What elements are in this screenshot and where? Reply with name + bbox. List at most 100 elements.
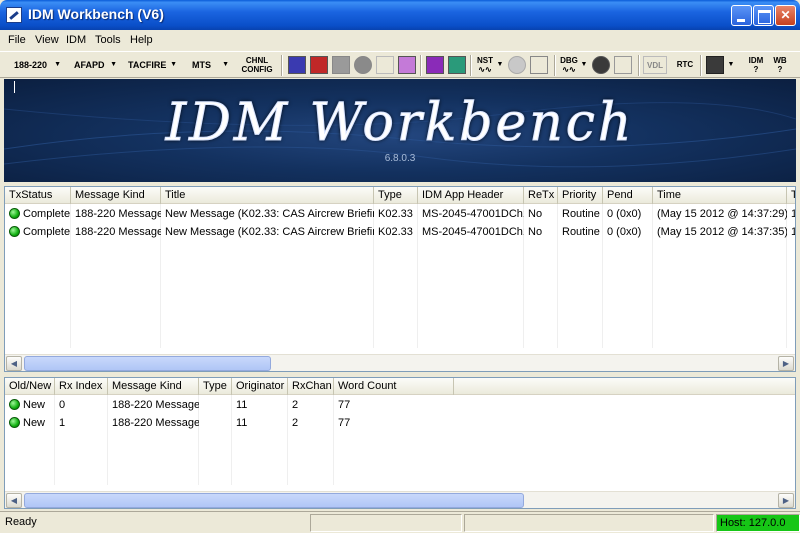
table-row[interactable]: Complete 188-220 Message New Message (K02.… (5, 223, 795, 241)
table-cell: 0 (55, 396, 108, 414)
table-cell-text: (May 15 2012 @ 14:37:29) (657, 208, 787, 220)
record-icon[interactable] (354, 56, 372, 74)
maximize-button[interactable] (753, 5, 774, 26)
tx-column-header[interactable]: Message Kind (71, 187, 161, 204)
table-cell-text: 2 (292, 399, 299, 411)
computer-icon[interactable] (706, 56, 724, 74)
cancel-message-icon[interactable] (310, 56, 328, 74)
menu-help[interactable]: Help (130, 34, 153, 46)
debug-bug-icon[interactable] (376, 56, 394, 74)
wb-help-question-icon: ? (777, 65, 783, 74)
vdl-button[interactable]: VDL (643, 56, 667, 74)
tx-grid-horizontal-scrollbar[interactable]: ◀ ▶ (5, 354, 795, 371)
table-row[interactable]: New 0 188-220 Message 11 2 77 (5, 396, 795, 414)
table-row[interactable]: Complete 188-220 Message New Message (K02.… (5, 205, 795, 223)
rx-column-header[interactable]: Type (199, 378, 232, 395)
stop-icon[interactable] (332, 56, 350, 74)
computer-dropdown-arrow-icon[interactable]: ▼ (727, 56, 735, 74)
tx-column-header[interactable]: ReTx (524, 187, 558, 204)
table-cell: 188-220 Message (108, 414, 199, 432)
toolbar-separator (700, 55, 702, 76)
table-row[interactable]: New 1 188-220 Message 11 2 77 (5, 414, 795, 432)
scroll-left-arrow-icon[interactable]: ◀ (6, 356, 22, 371)
close-button[interactable]: ✕ (775, 5, 796, 26)
transmit-message-grid[interactable]: TxStatus Message Kind Title Type IDM App Hea… (4, 186, 796, 372)
protocol-188-220-dropdown[interactable]: 188-220 ▼ (8, 55, 64, 76)
rx-column-header[interactable]: Rx Index (55, 378, 108, 395)
dropdown-label: MTS (192, 60, 211, 70)
table-cell: 188-220 Message (71, 205, 161, 223)
table-cell: 0 (0x0) (603, 205, 653, 223)
table-cell-text: 0 (0x0) (607, 208, 642, 220)
tx-column-header[interactable]: T (787, 187, 795, 204)
dropdown-label: TACFIRE (128, 60, 167, 70)
app-window: IDM Workbench (V6) ✕ File View IDM Tools… (0, 0, 800, 533)
protocol-afapd-dropdown[interactable]: AFAPD ▼ (68, 55, 120, 76)
scroll-right-arrow-icon[interactable]: ▶ (778, 356, 794, 371)
menu-view[interactable]: View (35, 34, 59, 46)
rx-column-header[interactable]: Word Count (334, 378, 454, 395)
tx-grid-header: TxStatus Message Kind Title Type IDM App Hea… (5, 187, 795, 204)
cloud-icon[interactable] (508, 56, 526, 74)
menu-idm[interactable]: IDM (66, 34, 86, 46)
toolbar: 188-220 ▼ AFAPD ▼ TACFIRE ▼ MTS ▼ CHNL CONFI… (0, 51, 800, 78)
dbg-button[interactable]: DBG ∿∿ (560, 56, 578, 74)
table-cell: 11 (232, 396, 288, 414)
title-bar[interactable]: IDM Workbench (V6) ✕ (0, 0, 800, 30)
dropdown-arrow-icon: ▼ (222, 61, 229, 68)
table-cell: MS-2045-47001DCh1 (418, 223, 524, 241)
message-list-icon[interactable] (398, 56, 416, 74)
menu-tools[interactable]: Tools (95, 34, 121, 46)
channel-config-button[interactable]: CHNL CONFIG (238, 56, 276, 74)
tx-column-header[interactable]: Priority (558, 187, 603, 204)
table-cell: 11 (232, 414, 288, 432)
table-cell-text: 2 (292, 417, 299, 429)
menu-file[interactable]: File (8, 34, 26, 46)
tx-column-header[interactable]: TxStatus (5, 187, 71, 204)
table-cell: 188-220 Message (108, 396, 199, 414)
nst-dropdown-arrow-icon[interactable]: ▼ (496, 56, 504, 74)
toolbar-separator (638, 55, 640, 76)
load-file-icon[interactable] (426, 56, 444, 74)
table-cell-text: 188-220 Message (112, 399, 199, 411)
rx-grid-horizontal-scrollbar[interactable]: ◀ ▶ (5, 491, 795, 508)
rtc-button[interactable]: RTC (673, 56, 697, 74)
phone-handset-icon[interactable] (614, 56, 632, 74)
table-cell-text: MS-2045-47001DCh1 (422, 226, 524, 238)
rx-column-header[interactable]: Originator (232, 378, 288, 395)
table-cell-text: Complete (23, 208, 71, 220)
new-message-icon[interactable] (288, 56, 306, 74)
scroll-thumb[interactable] (24, 356, 271, 371)
test-icon[interactable] (448, 56, 466, 74)
tx-column-header[interactable]: Type (374, 187, 418, 204)
phone-dial-icon[interactable] (592, 56, 610, 74)
chnl-label: CHNL (245, 56, 269, 65)
wb-help-button[interactable]: WB ? (771, 56, 789, 74)
tx-column-header[interactable]: Pend (603, 187, 653, 204)
table-cell-text: 1 (791, 226, 795, 238)
table-cell: New (5, 396, 55, 414)
table-cell (199, 414, 232, 432)
nst-button[interactable]: NST ∿∿ (476, 56, 494, 74)
status-green-dot-icon (9, 226, 20, 237)
scroll-left-arrow-icon[interactable]: ◀ (6, 493, 22, 508)
protocol-tacfire-dropdown[interactable]: TACFIRE ▼ (122, 55, 180, 76)
receive-message-grid[interactable]: Old/New Rx Index Message Kind Type Originato… (4, 377, 796, 509)
phone-icon[interactable] (530, 56, 548, 74)
table-cell: 2 (288, 414, 334, 432)
rx-column-header[interactable]: Old/New (5, 378, 55, 395)
minimize-button[interactable] (731, 5, 752, 26)
tx-column-header[interactable]: Title (161, 187, 374, 204)
idm-help-button[interactable]: IDM ? (747, 56, 765, 74)
rx-column-header[interactable]: Message Kind (108, 378, 199, 395)
status-bar: Ready Host: 127.0.0 (0, 511, 800, 533)
table-cell: New (5, 414, 55, 432)
table-cell: 1 (787, 223, 795, 241)
tx-column-header[interactable]: Time (653, 187, 787, 204)
dbg-dropdown-arrow-icon[interactable]: ▼ (580, 56, 588, 74)
rx-column-header[interactable]: RxChan (288, 378, 334, 395)
protocol-mts-dropdown[interactable]: MTS ▼ (186, 55, 232, 76)
scroll-thumb[interactable] (24, 493, 524, 508)
tx-column-header[interactable]: IDM App Header (418, 187, 524, 204)
scroll-right-arrow-icon[interactable]: ▶ (778, 493, 794, 508)
